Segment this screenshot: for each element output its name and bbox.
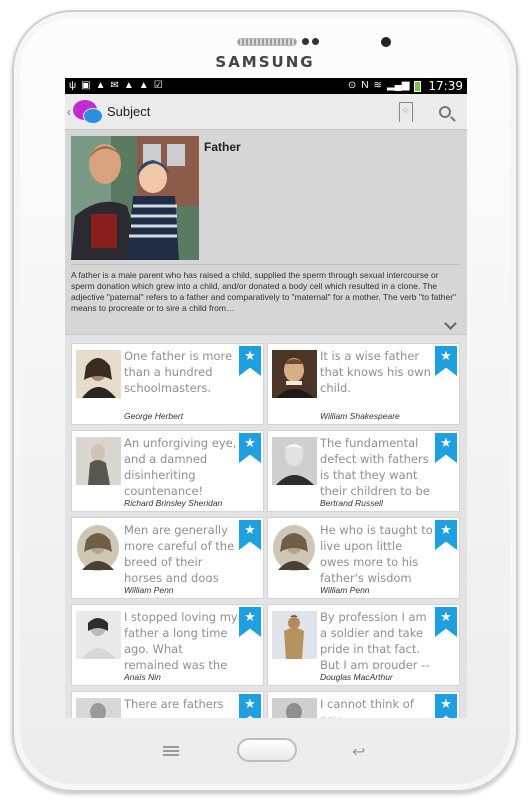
quote-card[interactable]: There are fathers ★ [71,691,264,718]
quote-author: William Shakespeare [320,411,400,421]
quote-text: One father is more than a hundred school… [124,349,233,395]
author-portrait [76,350,121,398]
author-portrait [272,611,317,659]
quote-author: William Penn [320,585,370,595]
status-bar: ψ ▣ ▲ ✉ ▲ ▲ ☑ ⊙ N ≋ ▂▄▆ 17:39 [65,78,467,94]
quote-text: I stopped loving my father a long time a… [124,610,238,669]
warning-icon: ▲ [95,80,106,91]
app-logo-icon[interactable] [71,98,103,126]
divider [71,264,461,265]
quote-card[interactable]: I cannot think of any ★ [267,691,460,718]
quote-text: I cannot think of any [320,697,414,718]
quote-author: Richard Brinsley Sheridan [124,498,223,508]
quote-card[interactable]: It is a wise father that knows his own c… [267,343,460,425]
quote-text: The fundamental defect with fathers is t… [320,436,430,495]
quote-author: Bertrand Russell [320,498,383,508]
quote-author: Anaïs Nin [124,672,161,682]
page-title: Subject [107,104,151,119]
subject-description: A father is a male parent who has raised… [71,270,457,313]
quote-card[interactable]: One father is more than a hundred school… [71,343,264,425]
quote-card[interactable]: An unforgiving eye, and a damned disinhe… [71,430,264,512]
hardware-back-icon[interactable]: ↩ [352,742,365,762]
clipboard-check-icon: ☑ [153,80,163,91]
subject-name: Father [204,140,241,154]
clock: 17:39 [428,79,463,93]
favorite-star-icon[interactable]: ★ [239,433,261,463]
earpiece-speaker [237,38,297,46]
favorite-star-icon[interactable]: ★ [435,433,457,463]
device-brand: SAMSUNG [215,53,315,71]
quote-text: There are fathers [124,697,224,711]
author-portrait [272,437,317,485]
quote-card[interactable]: I stopped loving my father a long time a… [71,604,264,686]
sensor-dot [302,38,309,45]
alarm-icon: ⊙ [347,80,357,91]
favorite-star-icon[interactable]: ★ [239,694,261,718]
favorite-star-icon[interactable]: ★ [435,520,457,550]
sensor-dot [312,38,319,45]
hardware-home-button[interactable] [237,738,297,762]
quote-author: George Herbert [124,411,184,421]
quote-card[interactable]: He who is taught to live upon little owe… [267,517,460,599]
nfc-icon: N [361,80,369,91]
favorite-star-icon[interactable]: ★ [435,694,457,718]
favorite-star-icon[interactable]: ★ [239,520,261,550]
author-portrait [272,698,317,718]
chevron-down-icon[interactable] [444,317,457,330]
quote-text: Men are generally more careful of the br… [124,523,235,582]
wifi-icon: ≋ [373,80,382,91]
sd-card-icon: ▣ [81,80,91,91]
warning-icon: ▲ [138,80,149,91]
author-portrait [76,611,121,659]
signal-icon: ▂▄▆ [386,80,410,91]
subject-photo [71,136,199,260]
screen: ψ ▣ ▲ ✉ ▲ ▲ ☑ ⊙ N ≋ ▂▄▆ 17:39 ‹ Subject [65,78,467,718]
quote-text: An unforgiving eye, and a damned disinhe… [124,436,237,495]
favorite-star-icon[interactable]: ★ [239,607,261,637]
quote-text: By profession I am a soldier and take pr… [320,610,430,669]
battery-icon [414,80,422,92]
subject-header: Father A father is a male parent who has… [65,130,467,335]
quote-card[interactable]: By profession I am a soldier and take pr… [267,604,460,686]
search-icon[interactable] [439,105,451,118]
favorite-star-icon[interactable]: ★ [435,346,457,376]
favorite-star-icon[interactable]: ★ [239,346,261,376]
front-camera [381,37,391,47]
quote-author: Douglas MacArthur [320,672,393,682]
usb-icon: ψ [69,80,77,91]
author-portrait [76,524,121,572]
bookmark-star-icon[interactable] [399,101,413,122]
quote-text: It is a wise father that knows his own c… [320,349,431,395]
author-portrait [76,437,121,485]
author-portrait [76,698,121,718]
author-portrait [272,524,317,572]
quote-author: William Penn [124,585,174,595]
action-bar: ‹ Subject [65,94,467,130]
warning-icon: ▲ [123,80,134,91]
quote-text: He who is taught to live upon little owe… [320,523,433,582]
favorite-star-icon[interactable]: ★ [435,607,457,637]
quote-card[interactable]: The fundamental defect with fathers is t… [267,430,460,512]
mail-icon: ✉ [110,80,119,91]
hardware-menu-icon[interactable] [163,746,179,756]
author-portrait [272,350,317,398]
quote-card[interactable]: Men are generally more careful of the br… [71,517,264,599]
